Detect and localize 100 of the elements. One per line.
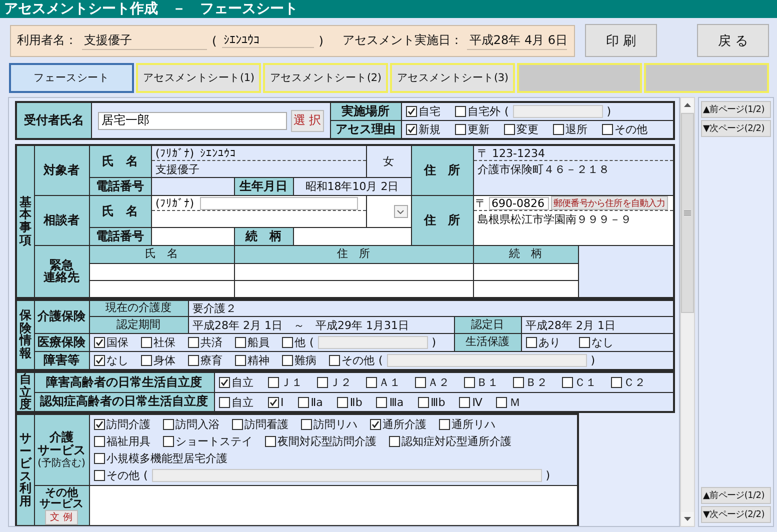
kana-value: ｼｴﾝﾕｳｺ <box>222 33 314 48</box>
input-field[interactable] <box>293 228 412 246</box>
checkbox[interactable]: Ａ２ <box>414 374 450 390</box>
furigana-input[interactable] <box>200 196 358 210</box>
row-label: 連絡先 <box>42 271 80 284</box>
print-button[interactable]: 印 刷 <box>585 24 657 57</box>
input-field[interactable] <box>89 280 234 298</box>
field-label: 認定期間 <box>89 316 188 334</box>
checkbox[interactable]: あり <box>526 335 560 350</box>
checkbox[interactable]: 自立 <box>218 394 254 410</box>
checkbox[interactable]: 夜間対応型訪問介護 <box>264 434 376 450</box>
checkbox[interactable]: なし <box>578 335 614 350</box>
checkbox[interactable]: 訪問リハ <box>300 417 358 432</box>
postal-mark: 〒 <box>476 196 487 210</box>
name-input[interactable]: 居宅一郎 <box>98 112 287 130</box>
bracket-text: ( <box>310 336 314 349</box>
checkbox[interactable]: Ⅳ <box>459 396 482 409</box>
text-field[interactable] <box>318 336 428 349</box>
field-label: 住 所 <box>411 196 474 246</box>
text-field[interactable] <box>512 105 603 118</box>
checkbox[interactable]: Ｊ１ <box>268 374 302 390</box>
checkbox[interactable]: 社保 <box>140 335 176 350</box>
checkbox[interactable]: Ｂ２ <box>512 374 548 390</box>
input-field[interactable] <box>473 280 578 298</box>
checkbox[interactable]: 更新 <box>454 122 490 137</box>
input-field[interactable] <box>234 280 474 298</box>
previous-page-button[interactable]: ▲前ページ(1/2) <box>701 487 771 504</box>
checkbox[interactable]: 身体 <box>140 353 176 368</box>
checkbox[interactable]: 自宅 <box>406 104 440 119</box>
checkbox[interactable]: 退所 <box>552 122 588 137</box>
bracket-text: ) <box>546 469 550 482</box>
checkbox[interactable]: ショートステイ <box>162 434 252 450</box>
checkbox[interactable]: Ⅰ <box>268 396 284 409</box>
checkbox[interactable]: 認知症対応型通所介護 <box>388 434 512 450</box>
select-button[interactable]: 選 択 <box>290 110 324 132</box>
bracket-text: ( <box>212 34 217 48</box>
scroll-down-button[interactable] <box>681 512 694 526</box>
birth-date: 昭和18年10月 2日 <box>293 178 412 196</box>
tab[interactable]: フェースシート <box>9 63 134 93</box>
input-field[interactable] <box>151 228 234 246</box>
checkbox[interactable]: Ⅱb <box>336 396 362 409</box>
window-title: アセスメントシート作成 － フェースシート <box>0 0 777 18</box>
checkbox[interactable]: 難病 <box>282 353 316 368</box>
checkbox[interactable]: Ｃ２ <box>610 374 646 390</box>
previous-page-button[interactable]: ▲前ページ(1/2) <box>701 101 771 118</box>
checkbox[interactable]: 新規 <box>406 122 440 137</box>
checkbox[interactable]: 変更 <box>504 122 538 137</box>
checkbox[interactable]: Ⅲa <box>376 396 404 409</box>
checkbox[interactable]: 療育 <box>188 353 222 368</box>
checkbox[interactable]: Ｍ <box>496 394 520 410</box>
row-label: 障害高齢者の日常生活自立度 <box>34 372 214 392</box>
checkbox[interactable]: 自立 <box>218 374 254 390</box>
checkbox[interactable]: 通所介護 <box>370 417 426 432</box>
tab[interactable]: アセスメントシート(1) <box>136 63 261 93</box>
checkbox[interactable]: Ａ１ <box>366 374 400 390</box>
checkbox[interactable]: なし <box>94 353 128 368</box>
back-button[interactable]: 戻 る <box>697 24 769 57</box>
text-field[interactable] <box>152 469 542 482</box>
row-label: 医療保険 <box>34 334 89 352</box>
tab[interactable]: アセスメントシート(2) <box>263 63 388 93</box>
next-page-button[interactable]: ▼次ページ(2/2) <box>701 120 771 137</box>
checkbox[interactable]: 訪問入浴 <box>162 417 220 432</box>
text-area[interactable] <box>89 486 578 526</box>
field-label: 生年月日 <box>234 178 293 196</box>
input-field[interactable] <box>89 264 234 280</box>
checkbox[interactable]: Ⅱa <box>298 396 323 409</box>
tab[interactable]: アセスメントシート(3) <box>390 63 515 93</box>
address-text: 介護市保険町４６－２１８ <box>476 162 611 177</box>
field-label: 電話番号 <box>89 178 151 196</box>
checkbox[interactable]: 小規模多機能型居宅介護 <box>94 451 228 466</box>
checkbox[interactable]: 通所リハ <box>438 417 496 432</box>
checkbox[interactable]: その他 <box>602 122 648 137</box>
section-label: 基本事項 <box>16 145 34 298</box>
checkbox[interactable]: Ⅲb <box>418 396 446 409</box>
checkbox[interactable]: 自宅外 <box>454 104 500 119</box>
checkbox[interactable]: 船員 <box>234 335 270 350</box>
checkbox[interactable]: Ｂ１ <box>464 374 498 390</box>
checkbox[interactable]: その他 <box>328 353 374 368</box>
checkbox[interactable]: 共済 <box>188 335 222 350</box>
input-field[interactable] <box>473 264 578 280</box>
checkbox[interactable]: 福祉用具 <box>94 434 150 450</box>
user-name-label: 利用者名： <box>17 32 77 49</box>
section-label: サービス利用 <box>16 414 34 526</box>
postal-input[interactable]: 690-0826 <box>488 196 549 210</box>
checkbox[interactable]: Ｊ２ <box>316 374 352 390</box>
scroll-up-button[interactable] <box>681 98 694 112</box>
input-field[interactable] <box>234 264 474 280</box>
checkbox[interactable]: 国保 <box>94 335 128 350</box>
checkbox[interactable]: 訪問介護 <box>94 417 150 432</box>
checkbox[interactable]: その他 <box>94 468 140 484</box>
next-page-button[interactable]: ▼次ページ(2/2) <box>701 506 771 523</box>
checkbox[interactable]: 他 <box>282 335 306 350</box>
example-button[interactable]: 文 例 <box>44 510 78 525</box>
checkbox[interactable]: 訪問看護 <box>232 417 288 432</box>
dropdown[interactable] <box>394 205 408 218</box>
checkbox[interactable]: 精神 <box>234 353 270 368</box>
text-field[interactable] <box>386 354 587 367</box>
auto-address-button[interactable]: 郵便番号から住所を自動入力 <box>550 196 668 210</box>
checkbox[interactable]: Ｃ１ <box>562 374 596 390</box>
scrollbar-thumb[interactable] <box>681 113 694 313</box>
